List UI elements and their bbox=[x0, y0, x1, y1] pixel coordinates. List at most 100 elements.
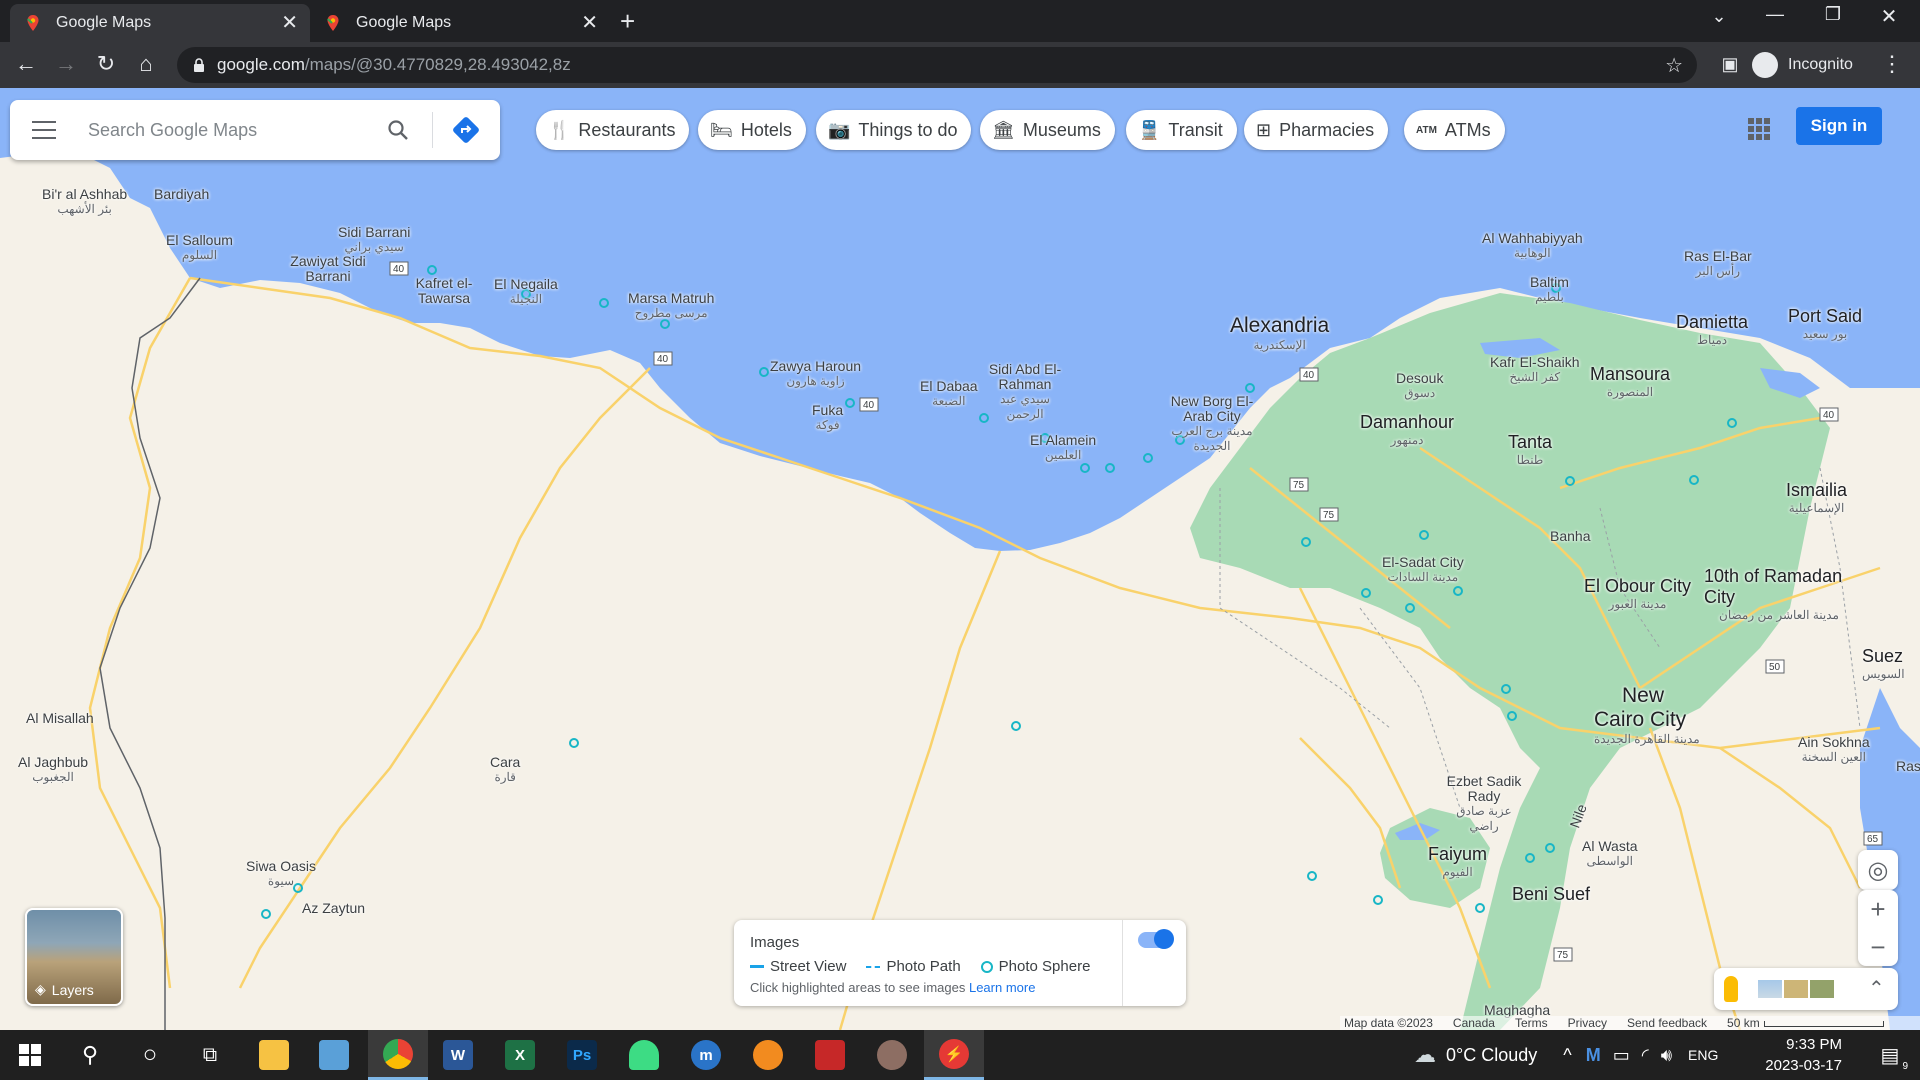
zoom-in-button[interactable]: + bbox=[1858, 890, 1898, 928]
place-desouk[interactable]: Desouk دسوق bbox=[1396, 370, 1443, 400]
place-damietta[interactable]: Damietta دمياط bbox=[1676, 312, 1748, 347]
bookmark-star-icon[interactable]: ☆ bbox=[1665, 53, 1683, 78]
file-explorer-icon[interactable] bbox=[244, 1030, 304, 1080]
map-canvas[interactable]: 40 40 40 40 75 75 50 40 75 65 Alexandria… bbox=[0, 88, 1920, 1030]
thumbnail-desert[interactable] bbox=[1784, 980, 1808, 998]
place-ras[interactable]: Ras bbox=[1896, 758, 1920, 774]
place-el-dabaa[interactable]: El Dabaa الضبعة bbox=[920, 378, 978, 408]
incognito-indicator[interactable]: Incognito bbox=[1752, 49, 1853, 81]
chrome-icon[interactable] bbox=[368, 1030, 428, 1080]
place-damanhour[interactable]: Damanhour دمنهور bbox=[1360, 412, 1454, 447]
place-bardiyah[interactable]: Bardiyah bbox=[154, 186, 209, 202]
directions-icon[interactable] bbox=[452, 116, 480, 144]
place-ismailia[interactable]: Ismailia الإسماعيلية bbox=[1786, 480, 1847, 515]
close-window-button[interactable]: ✕ bbox=[1866, 4, 1912, 29]
place-zawya-haroun[interactable]: Zawya Haroun زاوية هارون bbox=[770, 358, 861, 388]
layers-button[interactable]: ◈ Layers bbox=[25, 908, 123, 1006]
google-apps-grid-icon[interactable] bbox=[1748, 118, 1770, 140]
place-al-wasta[interactable]: Al Wasta الواسطى bbox=[1582, 838, 1638, 868]
sign-in-button[interactable]: Sign in bbox=[1796, 107, 1882, 145]
thumbnail-sky[interactable] bbox=[1758, 980, 1782, 998]
disc-app-icon[interactable] bbox=[862, 1030, 922, 1080]
wifi-icon[interactable]: ◜ bbox=[1642, 1045, 1649, 1066]
start-button[interactable] bbox=[0, 1030, 60, 1080]
privacy-link[interactable]: Privacy bbox=[1568, 1016, 1607, 1030]
close-tab-icon[interactable]: ✕ bbox=[281, 13, 298, 33]
place-faiyum[interactable]: Faiyum الفيوم bbox=[1428, 844, 1487, 879]
back-button[interactable]: ← bbox=[12, 51, 40, 77]
excel-icon[interactable]: X bbox=[490, 1030, 550, 1080]
chip-pharmacies[interactable]: ⊞ Pharmacies bbox=[1244, 110, 1389, 150]
place-zawiyat-sidi-barrani[interactable]: Zawiyat Sidi Barrani bbox=[288, 254, 368, 284]
android-icon[interactable] bbox=[614, 1030, 674, 1080]
images-toggle[interactable] bbox=[1138, 929, 1174, 949]
show-hidden-icons-chevron-icon[interactable]: ^ bbox=[1563, 1045, 1571, 1066]
zoom-out-button[interactable]: − bbox=[1858, 928, 1898, 966]
chip-museums[interactable]: 🏛 Museums bbox=[980, 110, 1115, 150]
place-marsa-matruh[interactable]: Marsa Matruh مرسى مطروح bbox=[628, 290, 714, 320]
new-tab-button[interactable]: + bbox=[620, 6, 635, 37]
place-fuka[interactable]: Fuka فوكة bbox=[812, 402, 843, 432]
place-suez[interactable]: Suez السويس bbox=[1862, 646, 1905, 681]
forward-button[interactable]: → bbox=[52, 51, 80, 77]
place-ain-sokhna[interactable]: Ain Sokhna العين السخنة bbox=[1798, 734, 1870, 764]
menu-hamburger-icon[interactable] bbox=[32, 121, 56, 139]
place-az-zaytun[interactable]: Az Zaytun bbox=[302, 900, 365, 916]
word-icon[interactable]: W bbox=[428, 1030, 488, 1080]
place-new-cairo-city-line1[interactable]: New bbox=[1622, 684, 1664, 708]
place-tanta[interactable]: Tanta طنطا bbox=[1508, 432, 1552, 467]
photoshop-icon[interactable]: Ps bbox=[552, 1030, 612, 1080]
video-editor-icon[interactable] bbox=[800, 1030, 860, 1080]
place-al-wahhabiyyah[interactable]: Al Wahhabiyyah الوهابية bbox=[1482, 230, 1583, 260]
place-sidi-abd-el-rahman[interactable]: Sidi Abd El-Rahman سيدي عبد الرحمن bbox=[980, 362, 1070, 422]
language-indicator[interactable]: ENG bbox=[1688, 1047, 1718, 1063]
learn-more-link[interactable]: Learn more bbox=[969, 980, 1035, 995]
place-cara[interactable]: Cara قارة bbox=[490, 754, 520, 784]
tab-search-chevron-icon[interactable]: ⌄ bbox=[1696, 6, 1742, 27]
scale-bar[interactable]: 50 km bbox=[1727, 1016, 1884, 1030]
place-el-alamein[interactable]: El Alamein العلمين bbox=[1030, 432, 1096, 462]
place-el-salloum[interactable]: El Salloum السلوم bbox=[166, 232, 233, 262]
close-tab-icon[interactable]: ✕ bbox=[581, 13, 598, 33]
thumbnail-field[interactable] bbox=[1810, 980, 1834, 998]
task-view-icon[interactable]: ⧉ bbox=[180, 1030, 240, 1080]
app-tray-m-icon[interactable]: M bbox=[1586, 1045, 1601, 1066]
place-bir-al-ashhab[interactable]: Bi'r al Ashhab بئر الأشهب bbox=[42, 186, 127, 216]
minimize-button[interactable]: — bbox=[1752, 4, 1798, 25]
place-siwa-oasis[interactable]: Siwa Oasis سيوة bbox=[246, 858, 316, 888]
address-bar[interactable]: google.com/maps/@30.4770829,28.493042,8z… bbox=[177, 47, 1697, 83]
place-alexandria[interactable]: Alexandria الإسكندرية bbox=[1230, 314, 1329, 352]
place-ras-el-bar[interactable]: Ras El-Bar رأس البر bbox=[1684, 248, 1752, 278]
tab-google-maps-1[interactable]: Google Maps ✕ bbox=[10, 4, 310, 42]
place-banha[interactable]: Banha bbox=[1550, 528, 1590, 544]
place-mansoura[interactable]: Mansoura المنصورة bbox=[1590, 364, 1670, 399]
place-beni-suef[interactable]: Beni Suef bbox=[1512, 884, 1590, 905]
notifications-icon[interactable]: ▤ 9 bbox=[1860, 1030, 1920, 1080]
battery-icon[interactable]: ▭ bbox=[1613, 1045, 1630, 1066]
reload-button[interactable]: ↻ bbox=[92, 51, 120, 77]
clock[interactable]: 9:33 PM 2023-03-17 bbox=[1760, 1034, 1842, 1076]
search-icon[interactable] bbox=[386, 118, 410, 142]
weather-text[interactable]: 0°C Cloudy bbox=[1446, 1045, 1537, 1066]
place-kafret-el-tawarsa[interactable]: Kafret el-Tawarsa bbox=[404, 276, 484, 306]
chip-restaurants[interactable]: 🍴 Restaurants bbox=[536, 110, 690, 150]
place-el-negaila[interactable]: El Negaila النجيلة bbox=[494, 276, 558, 306]
home-icon[interactable]: ⌂ bbox=[132, 51, 160, 77]
place-new-borg-el-arab-city[interactable]: New Borg El-Arab City مدينة برج العرب الج… bbox=[1170, 394, 1254, 454]
send-feedback-link[interactable]: Send feedback bbox=[1627, 1016, 1707, 1030]
place-kafr-el-shaikh[interactable]: Kafr El-Shaikh كفر الشيخ bbox=[1490, 354, 1579, 384]
maximize-button[interactable]: ❐ bbox=[1810, 4, 1856, 25]
chip-hotels[interactable]: 🛏 Hotels bbox=[698, 110, 806, 150]
place-port-said[interactable]: Port Said بور سعيد bbox=[1788, 306, 1862, 341]
expand-up-icon[interactable]: ⌃ bbox=[1868, 976, 1885, 1001]
place-sidi-barrani[interactable]: Sidi Barrani سيدي براني bbox=[338, 224, 410, 254]
chip-transit[interactable]: 🚆 Transit bbox=[1126, 110, 1237, 150]
media-app-icon[interactable] bbox=[738, 1030, 798, 1080]
place-al-jaghbub[interactable]: Al Jaghbub الجغبوب bbox=[18, 754, 88, 784]
flash-app-icon[interactable]: ⚡ bbox=[924, 1030, 984, 1080]
search-input[interactable] bbox=[88, 119, 378, 141]
volume-icon[interactable]: 🔊︎ bbox=[1661, 1045, 1672, 1066]
tab-google-maps-2[interactable]: Google Maps ✕ bbox=[310, 4, 610, 42]
terms-link[interactable]: Terms bbox=[1515, 1016, 1548, 1030]
place-ezbet-sadik-rady[interactable]: Ezbet Sadik Rady عزبة صادق راضي bbox=[1444, 774, 1524, 834]
